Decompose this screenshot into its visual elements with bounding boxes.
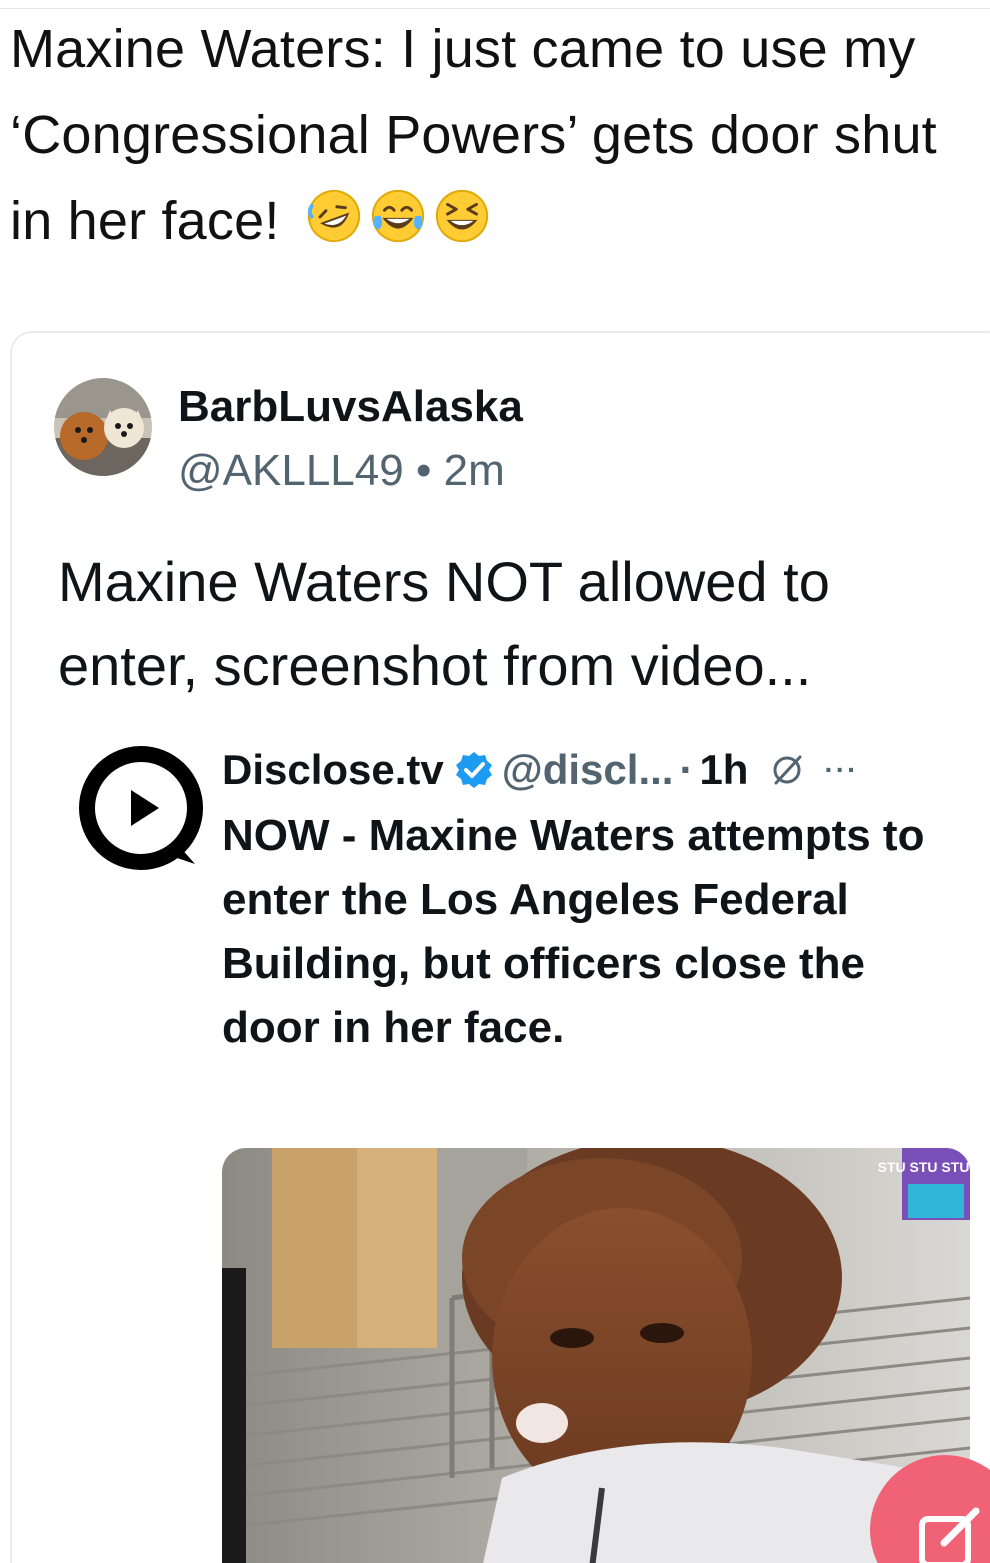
quoted-time: 2m (443, 446, 505, 495)
quoted-meta: @AKLLL49 • 2m (178, 446, 505, 496)
more-icon: ··· (824, 754, 859, 785)
embedded-name: Disclose.tv (222, 746, 444, 793)
dog-avatar[interactable] (54, 378, 152, 476)
rolling-on-floor-laughing-emoji (307, 189, 360, 243)
post-text: Maxine Waters: I just came to use my ‘Co… (10, 6, 980, 264)
disclose-tv-logo (79, 746, 203, 870)
compose-icon (919, 1507, 980, 1563)
embedded-post-header: Disclose.tv @discl... · 1h ··· (222, 742, 982, 798)
quoted-post-text: Maxine Waters NOT allowed to enter, scre… (58, 550, 830, 697)
embedded-dot: · (679, 746, 694, 793)
emoji-row (305, 187, 491, 245)
quoted-display-name[interactable]: BarbLuvsAlaska (178, 382, 523, 432)
embedded-post-text: NOW - Maxine Waters attempts to enter th… (222, 811, 925, 1052)
meta-separator: • (415, 446, 432, 495)
screenshot-page: Maxine Waters: I just came to use my ‘Co… (0, 0, 990, 1563)
embedded-video-frame: STU STU STUDIO (222, 1148, 970, 1563)
quoted-handle[interactable]: @AKLLL49 (178, 446, 404, 495)
watermark-text: STU STU STUDIO (878, 1159, 970, 1175)
tears-of-joy-emoji (371, 189, 424, 243)
avatar-image (54, 378, 152, 476)
video-frame-image: STU STU STUDIO (222, 1148, 970, 1563)
embedded-handle: @discl... (501, 746, 674, 793)
grinning-squinting-emoji (435, 189, 488, 243)
embedded-time: 1h (699, 746, 749, 793)
verified-badge-icon (455, 752, 492, 788)
grok-icon (773, 755, 802, 785)
